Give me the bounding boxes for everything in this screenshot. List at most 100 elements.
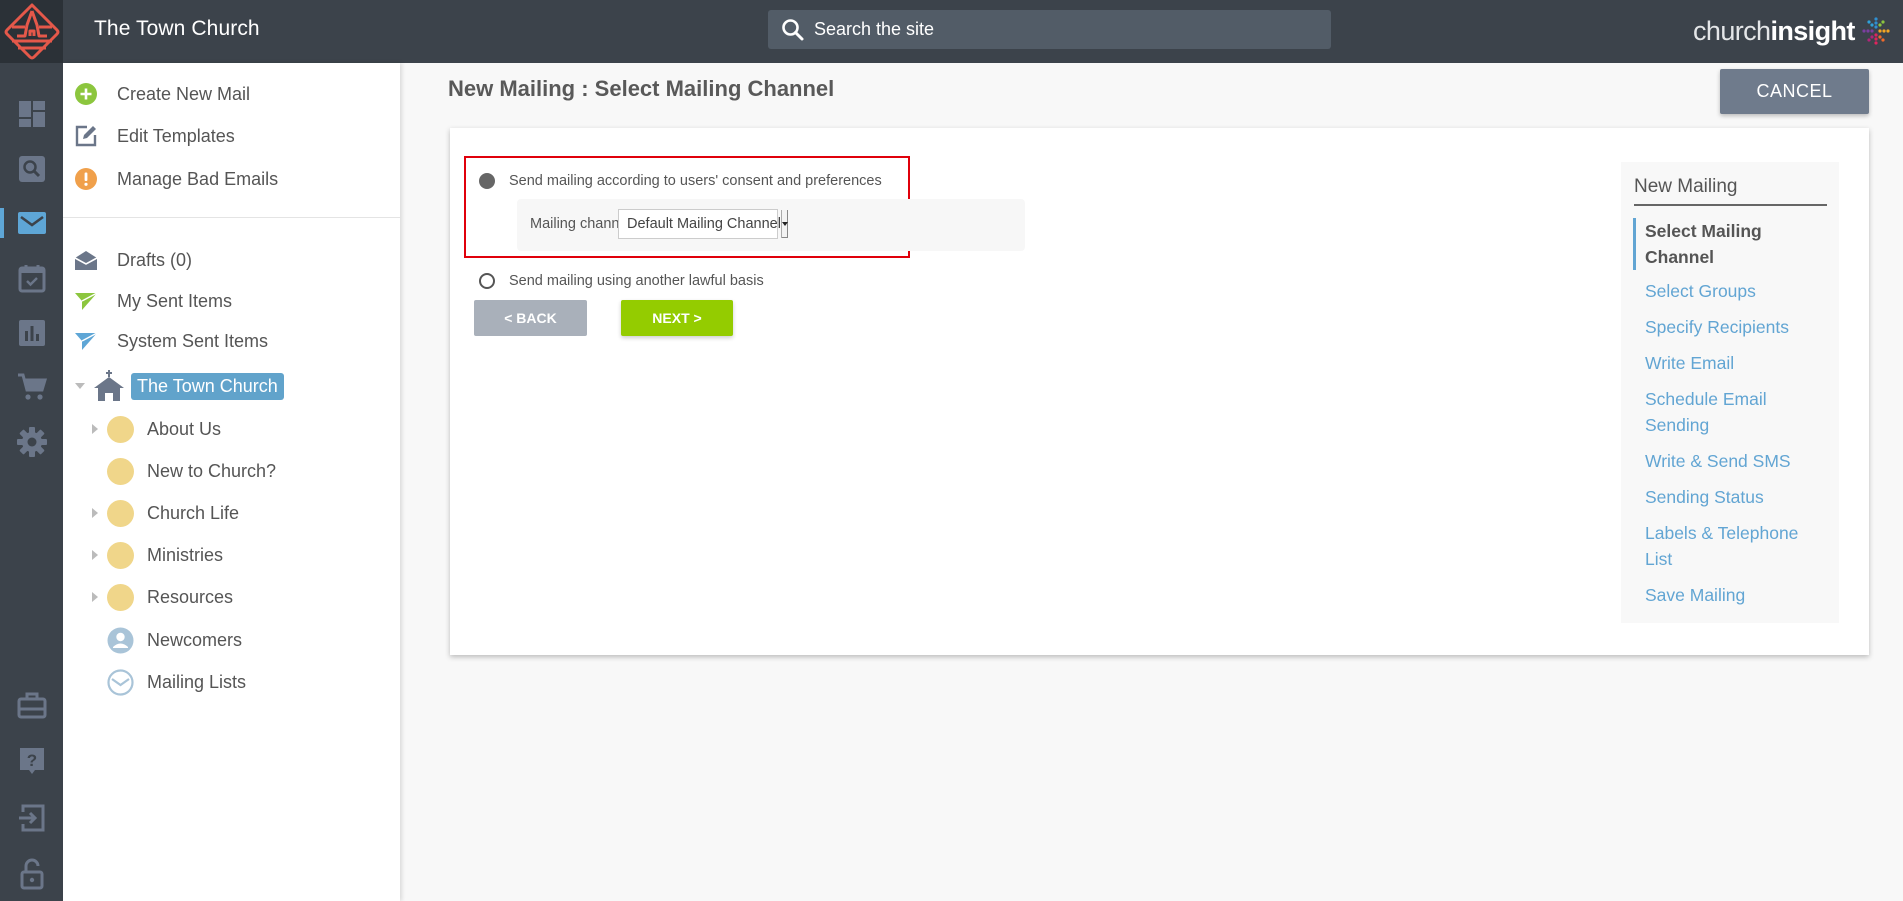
site-title[interactable]: The Town Church: [94, 17, 260, 41]
consent-option[interactable]: Send mailing according to users' consent…: [479, 170, 882, 192]
expand-caret-icon[interactable]: [88, 590, 102, 604]
rail-briefcase[interactable]: [0, 683, 63, 727]
page-folder-icon: [107, 583, 134, 611]
brand-text-light: church: [1693, 15, 1771, 46]
consent-option-label: Send mailing according to users' consent…: [509, 173, 882, 189]
church-home-icon: [94, 370, 124, 401]
rail-login[interactable]: [0, 796, 63, 840]
manage-bad-emails-label: Manage Bad Emails: [117, 168, 279, 189]
tree-item-mailing-lists[interactable]: Mailing Lists: [88, 665, 246, 699]
tree-item-label: Mailing Lists: [147, 671, 247, 692]
create-new-mail-label: Create New Mail: [117, 83, 251, 104]
warning-icon: [75, 168, 97, 190]
dropdown-arrow-icon: [780, 210, 788, 238]
mailing-channel-value: Default Mailing Channel: [627, 216, 781, 232]
lawful-basis-radio[interactable]: [479, 273, 495, 289]
rail-dashboard[interactable]: [0, 92, 63, 136]
search-icon: [18, 156, 45, 182]
help-icon: ?: [19, 748, 44, 774]
rail-shop[interactable]: [0, 365, 63, 409]
step-select-groups[interactable]: Select Groups: [1633, 278, 1823, 304]
left-rail: ?: [0, 63, 63, 901]
collapse-caret-icon[interactable]: [73, 379, 87, 393]
my-sent-items-label: My Sent Items: [117, 290, 233, 311]
back-button[interactable]: < BACK: [474, 300, 587, 336]
rail-mail[interactable]: [0, 201, 63, 245]
drafts-folder[interactable]: Drafts (0): [73, 245, 192, 275]
church-logo[interactable]: [0, 0, 63, 63]
tree-item-label: Ministries: [147, 544, 224, 565]
expand-caret-icon[interactable]: [88, 548, 102, 562]
edit-templates-link[interactable]: Edit Templates: [73, 121, 235, 151]
my-sent-items-folder[interactable]: My Sent Items: [73, 286, 232, 316]
manage-bad-emails-link[interactable]: Manage Bad Emails: [73, 164, 278, 194]
send-blue-icon: [75, 332, 98, 350]
system-sent-items-label: System Sent Items: [117, 330, 269, 351]
dashboard-icon: [18, 101, 45, 127]
login-icon: [18, 804, 44, 832]
rail-search[interactable]: [0, 147, 63, 191]
tree-item-newcomers[interactable]: Newcomers: [88, 623, 242, 657]
expand-caret-icon[interactable]: [88, 506, 102, 520]
step-write-send-sms[interactable]: Write & Send SMS: [1633, 448, 1823, 474]
search-input[interactable]: [814, 10, 1314, 49]
briefcase-icon: [17, 692, 46, 719]
step-save-mailing[interactable]: Save Mailing: [1633, 582, 1823, 608]
rail-reports[interactable]: [0, 311, 63, 355]
sidebar-divider: [63, 217, 400, 218]
tree-item-resources[interactable]: Resources: [88, 580, 233, 614]
brand-starburst-icon: [1862, 17, 1890, 45]
tree-item-ministries[interactable]: Ministries: [88, 538, 223, 572]
tree-root-label[interactable]: The Town Church: [131, 372, 284, 400]
churchinsight-brand[interactable]: church insight: [1693, 14, 1891, 48]
create-new-mail-link[interactable]: Create New Mail: [73, 79, 250, 109]
rail-settings[interactable]: [0, 420, 63, 464]
cancel-button[interactable]: CANCEL: [1720, 69, 1869, 114]
lawful-basis-option-label: Send mailing using another lawful basis: [509, 273, 764, 289]
svg-text:?: ?: [26, 751, 36, 770]
tree-item-label: Church Life: [147, 502, 240, 523]
edit-icon: [75, 125, 97, 147]
open-envelope-icon: [74, 251, 98, 270]
brand-text-bold: insight: [1770, 15, 1855, 46]
send-green-icon: [75, 292, 98, 310]
gear-icon: [16, 427, 47, 457]
church-logo-icon: [4, 3, 59, 59]
tree-item-label: Newcomers: [147, 629, 243, 650]
lawful-basis-option[interactable]: Send mailing using another lawful basis: [479, 270, 764, 292]
consent-radio[interactable]: [479, 173, 495, 189]
rail-calendar[interactable]: [0, 256, 63, 300]
mail-sidebar: Create New Mail Edit Templates Manage Ba…: [63, 63, 400, 901]
site-search[interactable]: [768, 10, 1331, 49]
page-title: New Mailing : Select Mailing Channel: [448, 76, 835, 101]
page-folder-icon: [107, 415, 134, 443]
mailing-wizard-card: Send mailing according to users' consent…: [450, 128, 1869, 655]
edit-templates-label: Edit Templates: [117, 125, 235, 146]
tree-item-label: New to Church?: [147, 460, 277, 481]
step-select-mailing-channel[interactable]: Select Mailing Channel: [1633, 218, 1823, 270]
page-folder-icon: [107, 499, 134, 527]
tree-item-about-us[interactable]: About Us: [88, 412, 221, 446]
tree-item-label: About Us: [147, 418, 222, 439]
wizard-steps-panel: New Mailing Select Mailing Channel Selec…: [1621, 162, 1839, 623]
step-schedule-email-sending[interactable]: Schedule Email Sending: [1633, 386, 1823, 438]
rail-help[interactable]: ?: [0, 739, 63, 783]
step-labels-telephone-list[interactable]: Labels & Telephone List: [1633, 520, 1823, 572]
system-sent-items-folder[interactable]: System Sent Items: [73, 326, 268, 356]
expand-caret-icon[interactable]: [88, 422, 102, 436]
mailing-channel-select[interactable]: Default Mailing Channel: [618, 209, 788, 239]
plus-circle-icon: [75, 83, 97, 105]
mailing-channel-panel: Mailing channel: Default Mailing Channel: [517, 199, 1025, 251]
step-sending-status[interactable]: Sending Status: [1633, 484, 1823, 510]
next-button[interactable]: NEXT >: [621, 300, 733, 336]
rail-lock[interactable]: [0, 852, 63, 896]
tree-item-label: Resources: [147, 586, 234, 607]
step-specify-recipients[interactable]: Specify Recipients: [1633, 314, 1823, 340]
tree-root: The Town Church: [73, 369, 284, 403]
top-bar: The Town Church churchinsight: [0, 0, 1903, 63]
tree-item-church-life[interactable]: Church Life: [88, 496, 239, 530]
drafts-label: Drafts (0): [117, 249, 193, 270]
tree-item-new-to-church[interactable]: New to Church?: [88, 454, 276, 488]
step-write-email[interactable]: Write Email: [1633, 350, 1823, 376]
unlock-icon: [20, 858, 43, 890]
